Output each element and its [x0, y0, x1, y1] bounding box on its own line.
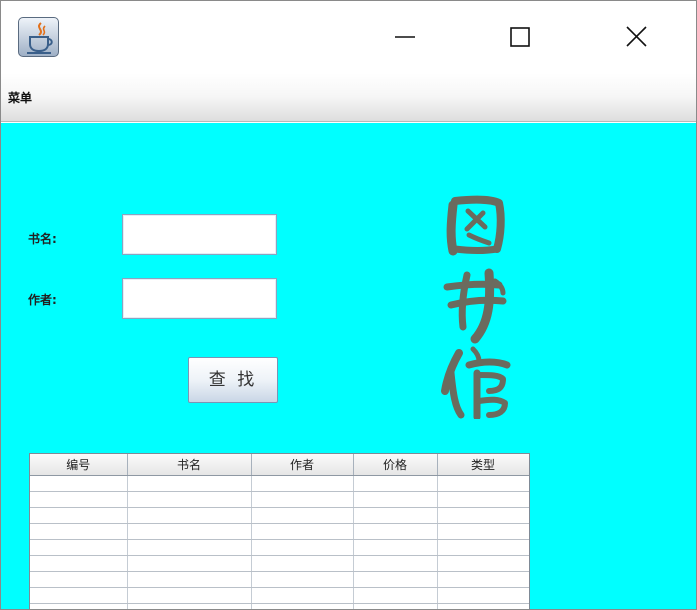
menu-main[interactable]: 菜单: [8, 89, 32, 106]
table-row[interactable]: [30, 603, 529, 609]
search-button[interactable]: 查 找: [188, 357, 278, 403]
table-row[interactable]: [30, 523, 529, 540]
close-icon: [626, 26, 647, 47]
book-name-field[interactable]: [122, 214, 277, 255]
title-bar: [1, 1, 696, 73]
column-header-id[interactable]: 编号: [30, 454, 128, 476]
minimize-icon: [395, 36, 415, 38]
table-row[interactable]: [30, 571, 529, 588]
content-panel: 书名: 作者: 查 找 编号 书名 作者 价格 类型: [1, 123, 696, 609]
library-calligraphy-logo: [433, 189, 523, 421]
maximize-icon: [510, 27, 530, 47]
table-header-row: 编号 书名 作者 价格 类型: [30, 454, 529, 476]
book-table[interactable]: 编号 书名 作者 价格 类型: [29, 453, 530, 609]
close-button[interactable]: [613, 15, 659, 59]
column-header-type[interactable]: 类型: [437, 454, 529, 476]
column-header-title[interactable]: 书名: [127, 454, 252, 476]
author-label: 作者:: [28, 293, 57, 307]
table-row[interactable]: [30, 555, 529, 572]
table-row[interactable]: [30, 491, 529, 508]
maximize-button[interactable]: [497, 15, 543, 59]
column-header-author[interactable]: 作者: [251, 454, 354, 476]
author-field[interactable]: [122, 278, 277, 319]
table-row[interactable]: [30, 587, 529, 604]
menu-bar: 菜单: [1, 73, 696, 122]
library-calligraphy-image: [441, 195, 511, 421]
book-name-label: 书名:: [28, 232, 57, 246]
table-row[interactable]: [30, 507, 529, 524]
minimize-button[interactable]: [382, 15, 428, 59]
table-row[interactable]: [30, 539, 529, 556]
table-row[interactable]: [30, 475, 529, 492]
java-coffee-cup-icon[interactable]: [18, 17, 59, 57]
column-header-price[interactable]: 价格: [353, 454, 438, 476]
app-window: 菜单 书名: 作者: 查 找 编号 书名 作者 价格 类型: [0, 0, 697, 610]
